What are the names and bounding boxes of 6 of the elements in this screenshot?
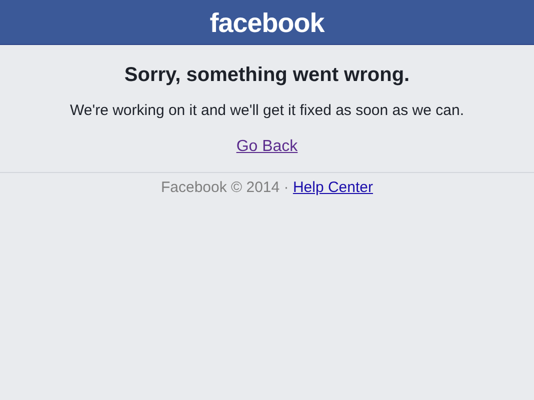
footer-text: Facebook © 2014 · Help Center xyxy=(160,179,373,197)
help-center-link[interactable]: Help Center xyxy=(292,179,373,196)
go-back-link[interactable]: Go Back xyxy=(236,138,298,156)
error-message: We're working on it and we'll get it fixed as soon as we can. xyxy=(70,102,464,120)
error-title: Sorry, something went wrong. xyxy=(124,63,410,87)
logo[interactable]: facebook xyxy=(210,8,324,36)
